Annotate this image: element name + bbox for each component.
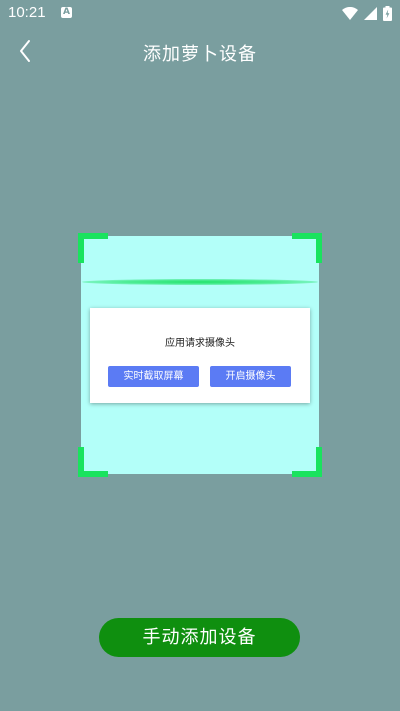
- screen-capture-button[interactable]: 实时截取屏幕: [108, 366, 199, 387]
- notification-a-icon: A: [61, 7, 72, 18]
- manual-add-device-button[interactable]: 手动添加设备: [99, 618, 300, 657]
- status-bar: 10:21 A: [0, 0, 400, 28]
- header: 添加萝卜设备: [0, 28, 400, 74]
- scanner-corner-bottom-left: [78, 447, 108, 477]
- scanner-corner-bottom-right: [292, 447, 322, 477]
- page-title: 添加萝卜设备: [143, 44, 257, 65]
- open-camera-button[interactable]: 开启摄像头: [210, 366, 291, 387]
- signal-icon: [364, 6, 377, 20]
- battery-icon: [383, 5, 392, 21]
- camera-request-dialog: 应用请求摄像头 实时截取屏幕 开启摄像头: [90, 308, 310, 403]
- wifi-icon: [342, 6, 358, 20]
- scan-line: [82, 279, 318, 285]
- dialog-title: 应用请求摄像头: [165, 338, 235, 349]
- scanner-corner-top-right: [292, 233, 322, 263]
- status-icons: [342, 5, 392, 21]
- scanner-corner-top-left: [78, 233, 108, 263]
- status-time: 10:21: [8, 4, 46, 21]
